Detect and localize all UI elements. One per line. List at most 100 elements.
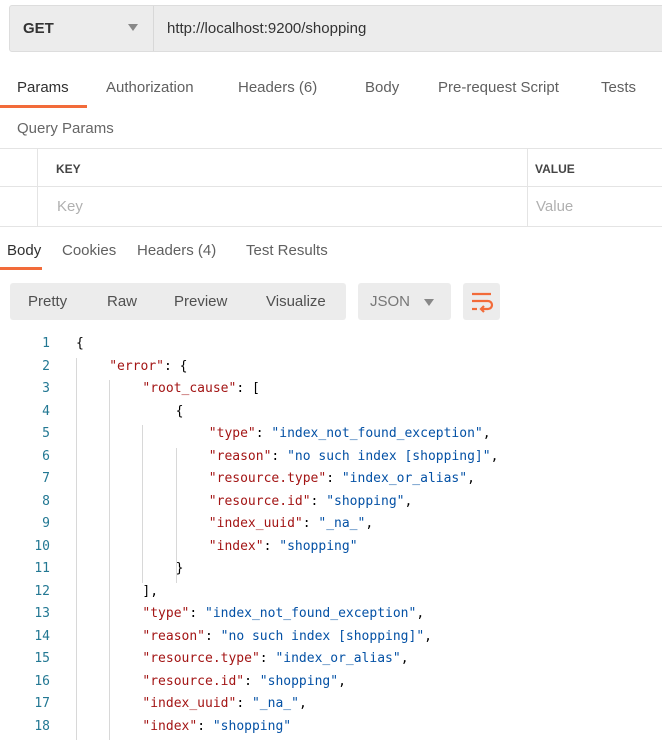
value-input[interactable]: Value [536,198,573,215]
punctuation: , [338,673,346,689]
line-number: 17 [34,696,50,711]
json-value: "_na_" [251,696,299,711]
indent-guide [175,447,177,583]
tab-test-results[interactable]: Test Results [246,242,328,259]
active-response-tab-indicator [0,267,42,270]
punctuation: , [490,448,499,464]
view-visualize[interactable]: Visualize [266,293,326,310]
line-number: 12 [34,583,50,599]
line-number: 3 [42,381,50,396]
line-number: 6 [42,448,50,464]
view-pretty[interactable]: Pretty [28,293,67,310]
url-bar: GET http://localhost:9200/shopping [9,5,662,52]
code-line: { [76,333,84,356]
code-line: } [176,558,184,581]
divider [37,149,38,226]
tab-headers-label: Headers [238,79,295,96]
json-key: "index_uuid" [142,696,237,711]
code-line: "resource.type": "index_or_alias", [209,468,475,491]
response-headers-count: (4) [197,242,217,259]
code-line: "reason": "no such index [shopping]", [142,626,432,649]
code-line: "index": "shopping" [209,536,358,559]
line-number: 4 [42,403,50,419]
tab-tests[interactable]: Tests [601,79,636,96]
wrap-lines-icon [472,292,494,313]
punctuation: , [424,628,432,644]
punctuation: , [365,516,374,531]
tab-cookies[interactable]: Cookies [62,242,116,259]
tab-authorization[interactable]: Authorization [106,79,194,96]
view-raw[interactable]: Raw [107,293,137,310]
format-label: JSON [370,293,411,310]
tab-response-body[interactable]: Body [7,242,41,259]
punctuation: , [404,493,413,509]
json-key: "index" [142,718,198,734]
json-value: "shopping" [259,673,339,689]
code-line: "type": "index_not_found_exception", [209,423,491,446]
line-number: 8 [42,493,50,509]
json-key: "index_uuid" [208,516,303,531]
code-line: "index_uuid": "_na_", [142,693,306,716]
json-value: "no such index [shopping]" [220,628,425,644]
method-select[interactable]: GET [10,6,154,51]
code-line: ], [142,581,158,604]
tab-pre-request-script[interactable]: Pre-request Script [438,79,559,96]
code-line: "root_cause": [ [142,378,259,401]
json-value: "_na_" [318,516,366,531]
colon: : [197,718,213,734]
code-line: { [176,401,184,424]
key-input[interactable]: Key [57,198,83,215]
colon: : [271,448,288,464]
line-number: 11 [34,561,50,576]
punctuation: } [175,561,184,576]
method-label: GET [23,20,54,37]
line-number: 18 [34,718,50,734]
tab-headers[interactable]: Headers (6) [238,79,317,96]
url-input[interactable]: http://localhost:9200/shopping [167,20,366,37]
punctuation: , [400,651,409,666]
json-value: "shopping" [212,718,292,734]
json-key: "type" [208,426,256,441]
query-params-table: KEY VALUE Key Value [0,148,662,227]
colon: : [255,426,272,441]
line-number: 2 [42,358,50,374]
json-value: "shopping" [279,538,358,554]
line-number: 13 [34,606,50,621]
indent-guide [109,380,111,740]
format-select[interactable]: JSON [358,283,451,320]
headers-count: (6) [298,79,318,96]
line-number: 1 [42,336,50,351]
view-mode-group: Pretty Raw Preview Visualize [10,283,346,320]
tab-response-headers[interactable]: Headers (4) [137,242,216,259]
value-header: VALUE [535,162,575,176]
code-line: "type": "index_not_found_exception", [142,603,424,626]
punctuation: { [76,336,84,351]
json-key: "resource.type" [208,471,327,486]
key-header: KEY [56,162,81,176]
punctuation: , [416,606,425,621]
indent-guide [142,425,144,583]
line-number: 7 [42,471,50,486]
indent-guide [76,357,77,740]
json-value: "index_or_alias" [275,651,401,666]
json-value: "index_not_found_exception" [205,606,417,621]
colon: : [302,516,319,531]
code-line: "index": "shopping" [142,716,291,739]
colon: : [189,606,206,621]
json-key: "resource.type" [142,651,260,666]
tab-params[interactable]: Params [17,79,69,96]
code-line: "resource.id": "shopping", [142,671,346,694]
view-preview[interactable]: Preview [174,293,227,310]
code-line: "index_uuid": "_na_", [209,513,373,536]
wrap-lines-button[interactable] [463,283,500,320]
colon: : [259,651,276,666]
punctuation: , [298,696,307,711]
tab-body[interactable]: Body [365,79,399,96]
json-key: "resource.id" [208,493,311,509]
json-key: "error" [109,358,164,374]
punctuation: , [482,426,491,441]
punctuation: ], [142,583,159,599]
tab-response-headers-label: Headers [137,242,194,259]
json-value: "index_not_found_exception" [271,426,483,441]
code-line: "resource.id": "shopping", [209,491,413,514]
